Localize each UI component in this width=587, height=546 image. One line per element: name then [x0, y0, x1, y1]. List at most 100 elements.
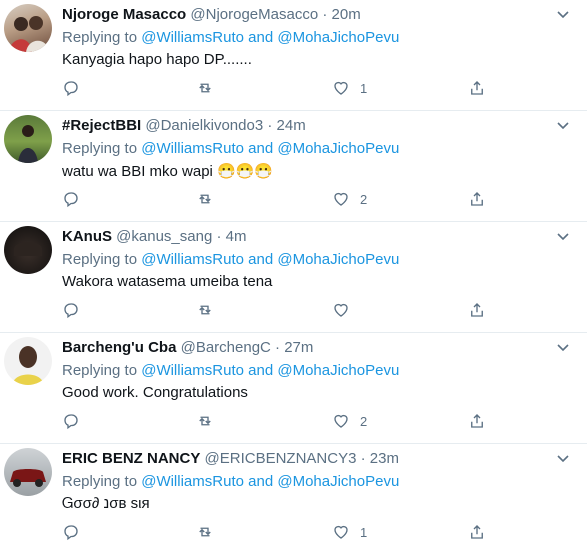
more-options-icon[interactable]: [555, 339, 571, 355]
reply-button[interactable]: [62, 300, 80, 320]
tweet-actions: 1: [62, 78, 492, 100]
separator-dot: ·: [322, 6, 328, 23]
user-handle[interactable]: @Danielkivondo3: [145, 117, 263, 134]
more-options-icon[interactable]: [555, 6, 571, 22]
mention-link[interactable]: @MohaJichoPevu: [277, 140, 399, 157]
avatar[interactable]: [4, 448, 52, 496]
share-button[interactable]: [468, 189, 486, 209]
heart-icon: [334, 525, 348, 539]
more-options-icon[interactable]: [555, 228, 571, 244]
more-options-icon[interactable]: [555, 450, 571, 466]
tweet-reply[interactable]: KAnuS @kanus_sang · 4m Replying to @Will…: [0, 222, 587, 333]
mention-link[interactable]: @MohaJichoPevu: [277, 362, 399, 379]
share-button[interactable]: [468, 300, 486, 320]
user-handle[interactable]: @ERICBENZNANCY3: [205, 450, 357, 467]
like-count: 1: [360, 80, 368, 96]
mention-link[interactable]: @WilliamsRuto: [141, 362, 244, 379]
retweet-icon: [199, 527, 211, 537]
heart-icon: [334, 303, 348, 317]
reply-and-label[interactable]: and: [248, 29, 273, 46]
share-button[interactable]: [468, 78, 486, 98]
reply-button[interactable]: [62, 522, 80, 542]
timestamp[interactable]: 24m: [277, 117, 306, 134]
separator-dot: ·: [275, 339, 281, 356]
separator-dot: ·: [216, 228, 222, 245]
like-button[interactable]: 2: [332, 189, 367, 209]
reply-button[interactable]: [62, 78, 80, 98]
replying-to-label: Replying to: [62, 251, 138, 268]
display-name[interactable]: ERIC BENZ NANCY: [62, 450, 200, 467]
mention-link[interactable]: @WilliamsRuto: [141, 140, 244, 157]
replying-to-label: Replying to: [62, 362, 138, 379]
tweet-reply[interactable]: Njoroge Masacco @NjorogeMasacco · 20m Re…: [0, 0, 587, 111]
like-count: 2: [360, 413, 368, 429]
separator-dot: ·: [267, 117, 273, 134]
tweet-header: ERIC BENZ NANCY @ERICBENZNANCY3 · 23m: [62, 450, 399, 467]
replying-to-label: Replying to: [62, 29, 138, 46]
tweet-text: Good work. Congratulations: [62, 384, 248, 401]
like-count: 1: [360, 524, 368, 540]
display-name[interactable]: Barcheng'u Cba: [62, 339, 176, 356]
mention-link[interactable]: @MohaJichoPevu: [277, 29, 399, 46]
tweet-actions: [62, 300, 492, 322]
avatar[interactable]: [4, 226, 52, 274]
retweet-icon: [199, 194, 211, 204]
like-button[interactable]: 1: [332, 78, 367, 98]
tweet-reply[interactable]: Barcheng'u Cba @BarchengC · 27m Replying…: [0, 333, 587, 444]
tweet-actions: 2: [62, 411, 492, 433]
tweet-header: #RejectBBI @Danielkivondo3 · 24m: [62, 117, 306, 134]
avatar[interactable]: [4, 115, 52, 163]
mention-link[interactable]: @WilliamsRuto: [141, 29, 244, 46]
replying-to: Replying to @WilliamsRuto and @MohaJicho…: [62, 29, 399, 46]
timestamp[interactable]: 27m: [284, 339, 313, 356]
mention-link[interactable]: @MohaJichoPevu: [277, 473, 399, 490]
like-button[interactable]: 1: [332, 522, 367, 542]
like-button[interactable]: 2: [332, 411, 367, 431]
tweet-text: Ꮐσσ∂ נσв ѕιя: [62, 495, 150, 512]
tweet-header: Njoroge Masacco @NjorogeMasacco · 20m: [62, 6, 361, 23]
display-name[interactable]: KAnuS: [62, 228, 112, 245]
tweet-header: Barcheng'u Cba @BarchengC · 27m: [62, 339, 313, 356]
mention-link[interactable]: @WilliamsRuto: [141, 473, 244, 490]
like-button[interactable]: [332, 300, 360, 320]
tweet-reply[interactable]: ERIC BENZ NANCY @ERICBENZNANCY3 · 23m Re…: [0, 444, 587, 546]
share-button[interactable]: [468, 411, 486, 431]
reply-icon: [64, 81, 78, 97]
reply-and-label[interactable]: and: [248, 140, 273, 157]
retweet-button[interactable]: [196, 411, 214, 431]
avatar[interactable]: [4, 4, 52, 52]
heart-icon: [334, 81, 348, 95]
timestamp[interactable]: 4m: [226, 228, 247, 245]
avatar[interactable]: [4, 337, 52, 385]
separator-dot: ·: [360, 450, 366, 467]
more-options-icon[interactable]: [555, 117, 571, 133]
tweet-header: KAnuS @kanus_sang · 4m: [62, 228, 246, 245]
reply-icon: [64, 525, 78, 541]
retweet-icon: [199, 83, 211, 93]
mention-link[interactable]: @WilliamsRuto: [141, 251, 244, 268]
user-handle[interactable]: @kanus_sang: [116, 228, 212, 245]
retweet-button[interactable]: [196, 78, 214, 98]
reply-and-label[interactable]: and: [248, 362, 273, 379]
retweet-button[interactable]: [196, 189, 214, 209]
reply-and-label[interactable]: and: [248, 251, 273, 268]
share-button[interactable]: [468, 522, 486, 542]
timestamp[interactable]: 20m: [332, 6, 361, 23]
replying-to-label: Replying to: [62, 473, 138, 490]
retweet-button[interactable]: [196, 300, 214, 320]
tweet-text: Wakora watasema umeiba tena: [62, 273, 273, 290]
reply-and-label[interactable]: and: [248, 473, 273, 490]
reply-button[interactable]: [62, 411, 80, 431]
mention-link[interactable]: @MohaJichoPevu: [277, 251, 399, 268]
retweet-icon: [199, 305, 211, 315]
heart-icon: [334, 192, 348, 206]
display-name[interactable]: #RejectBBI: [62, 117, 141, 134]
timestamp[interactable]: 23m: [370, 450, 399, 467]
retweet-button[interactable]: [196, 522, 214, 542]
user-handle[interactable]: @BarchengC: [181, 339, 271, 356]
display-name[interactable]: Njoroge Masacco: [62, 6, 186, 23]
reply-button[interactable]: [62, 189, 80, 209]
user-handle[interactable]: @NjorogeMasacco: [190, 6, 318, 23]
tweet-reply[interactable]: #RejectBBI @Danielkivondo3 · 24m Replyin…: [0, 111, 587, 222]
retweet-icon: [199, 416, 211, 426]
